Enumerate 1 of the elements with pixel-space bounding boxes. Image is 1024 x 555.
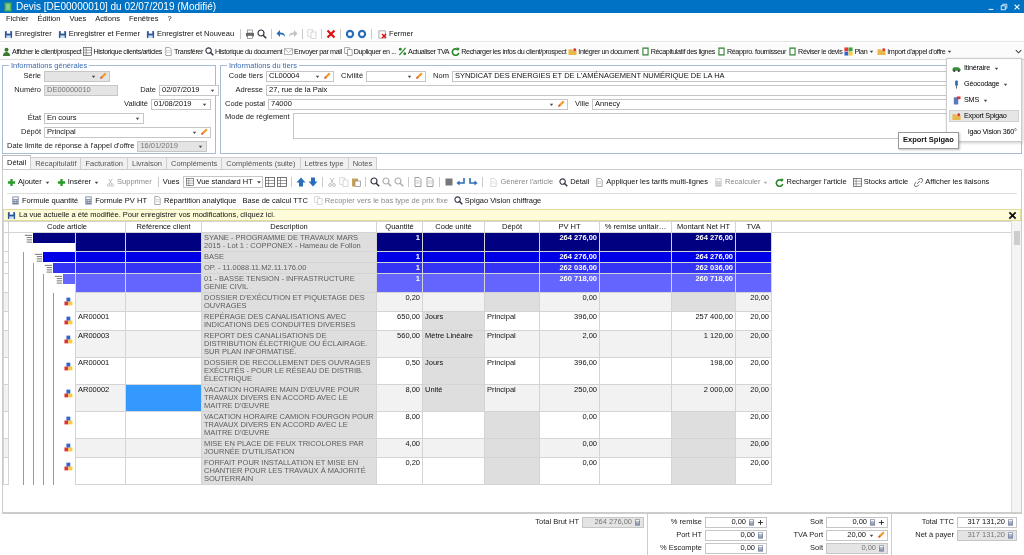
window-title: Devis [DE00000010] du 02/07/2019 (Modifié) (16, 0, 217, 13)
